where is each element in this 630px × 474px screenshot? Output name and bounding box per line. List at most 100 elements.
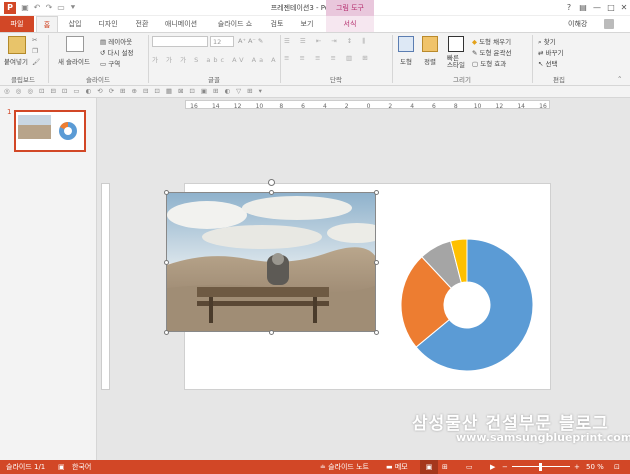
collapse-ribbon-icon[interactable]: ⌃ — [617, 75, 622, 83]
quick-styles-icon[interactable] — [448, 36, 464, 52]
arrange-icon[interactable] — [422, 36, 438, 52]
section-icon: ▭ — [100, 60, 107, 68]
select-button[interactable]: ↖ 선택 — [538, 58, 558, 68]
language[interactable]: 한국어 — [72, 460, 91, 474]
shape-outline-button[interactable]: ✎ 도형 윤곽선 — [472, 47, 512, 57]
shape-fill-label: 도형 채우기 — [479, 38, 512, 46]
notes-button[interactable]: ≐ 슬라이드 노트 — [320, 460, 369, 474]
bench-photo[interactable] — [166, 192, 376, 332]
slide-counter: 슬라이드 1/1 — [6, 463, 46, 471]
section-button[interactable]: ▭ 구역 — [100, 58, 120, 68]
tab-design[interactable]: 디자인 — [92, 16, 124, 32]
help-button[interactable]: ? — [562, 2, 576, 14]
cut-icon[interactable]: ✂ — [32, 36, 37, 44]
normal-view-icon[interactable]: ▣ — [420, 460, 438, 474]
tab-animations[interactable]: 애니메이션 — [160, 16, 202, 32]
new-slide-label[interactable]: 새 슬라이드 — [58, 56, 90, 66]
divider — [280, 35, 281, 83]
font-format-icons[interactable]: 가 가 가 S abc AV Aa A — [152, 54, 279, 64]
paste-label[interactable]: 붙여넣기 — [4, 56, 28, 66]
replace-button[interactable]: ⇄ 바꾸기 — [538, 47, 563, 57]
font-name-combo[interactable] — [152, 36, 208, 47]
divider — [392, 35, 393, 83]
ribbon-tabs: 파일 홈 삽입 디자인 전환 애니메이션 슬라이드 쇼 검토 보기 서식 이해강 — [0, 16, 630, 32]
resize-handle-sw[interactable] — [164, 330, 169, 335]
group-drawing: 그리기 — [453, 76, 471, 84]
paste-icon[interactable] — [8, 36, 26, 54]
ribbon-options-icon[interactable]: ▤ — [576, 2, 590, 14]
ruler-tick-label: 4 — [410, 103, 414, 110]
group-font: 글꼴 — [208, 76, 220, 84]
photo-illustration — [167, 193, 375, 331]
quick-styles-label[interactable]: 빠른 스타일 — [447, 55, 465, 69]
tab-file[interactable]: 파일 — [0, 16, 34, 32]
format-painter-icon[interactable]: 🖌 — [32, 58, 40, 66]
vertical-ruler[interactable] — [101, 183, 110, 390]
zoom-level[interactable]: 50 % — [586, 460, 604, 474]
tab-review[interactable]: 검토 — [266, 16, 288, 32]
slideshow-icon[interactable]: ▶ — [490, 460, 495, 474]
comments-label: 메모 — [394, 463, 408, 471]
user-name[interactable]: 이해강 — [568, 16, 587, 32]
resize-handle-w[interactable] — [164, 260, 169, 265]
avatar[interactable] — [604, 19, 614, 29]
maximize-button[interactable]: □ — [604, 2, 618, 14]
resize-handle-e[interactable] — [374, 260, 379, 265]
section-label: 구역 — [108, 60, 121, 68]
list-icons[interactable]: ☰ ☰ ⇤ ⇥ ↕ ⫼ — [284, 37, 369, 46]
layout-button[interactable]: ▤ 레이아웃 — [100, 36, 132, 46]
ruler-tick-label: 12 — [496, 103, 504, 110]
ruler-tick-label: 16 — [190, 103, 198, 110]
tab-slideshow[interactable]: 슬라이드 쇼 — [210, 16, 260, 32]
ruler-tick-label: 2 — [345, 103, 349, 110]
slide-thumbnail[interactable] — [14, 110, 86, 152]
donut-chart[interactable] — [400, 238, 534, 372]
tab-format[interactable]: 서식 — [326, 16, 374, 32]
shape-fill-button[interactable]: ◆ 도형 채우기 — [472, 36, 511, 46]
shapes-icon[interactable] — [398, 36, 414, 52]
resize-handle-nw[interactable] — [164, 190, 169, 195]
shape-effects-button[interactable]: ▢ 도형 효과 — [472, 58, 506, 68]
tab-home[interactable]: 홈 — [36, 16, 58, 32]
document-title: 프레젠테이션3 - PowerPoint — [270, 4, 360, 12]
ruler-tick-label: 2 — [388, 103, 392, 110]
minimize-button[interactable]: — — [590, 2, 604, 14]
zoom-out-icon[interactable]: − — [502, 460, 508, 474]
ruler-tick-label: 6 — [432, 103, 436, 110]
ruler-tick-label: 14 — [212, 103, 220, 110]
reading-view-icon[interactable]: ▭ — [466, 460, 473, 474]
tab-view[interactable]: 보기 — [296, 16, 318, 32]
find-button[interactable]: ⌕ 찾기 — [538, 36, 556, 47]
align-icons[interactable]: ≡ ≡ ≡ ≡ ▥ ⊞ — [284, 54, 372, 62]
group-paragraph: 단락 — [330, 76, 342, 84]
zoom-in-icon[interactable]: + — [574, 460, 580, 474]
toolbar-icons[interactable]: ◎◎◎⊡⊟⊡▭◐⟲⟳⊞⊕⊟⊡▦⊠⊡▣⊞◐▽⊞▾ — [4, 87, 268, 95]
watermark-url: www.samsungblueprint.com — [456, 431, 630, 444]
divider — [148, 35, 149, 83]
tab-insert[interactable]: 삽입 — [64, 16, 86, 32]
thumbnail-preview — [18, 115, 77, 140]
arrange-label[interactable]: 정렬 — [424, 56, 436, 66]
quick-access-toolbar: ◎◎◎⊡⊟⊡▭◐⟲⟳⊞⊕⊟⊡▦⊠⊡▣⊞◐▽⊞▾ — [0, 86, 630, 98]
resize-handle-n[interactable] — [269, 190, 274, 195]
zoom-slider-thumb[interactable] — [539, 463, 542, 471]
spellcheck-icon[interactable]: ▣ — [58, 460, 65, 474]
grow-font-icon[interactable]: A⁺ A⁻ ✎ — [238, 37, 263, 45]
resize-handle-se[interactable] — [374, 330, 379, 335]
search-icon: ⌕ — [538, 38, 542, 46]
close-button[interactable]: ✕ — [617, 2, 630, 14]
reset-button[interactable]: ↺ 다시 설정 — [100, 47, 134, 57]
font-size-combo[interactable]: 12 — [210, 36, 234, 47]
new-slide-icon[interactable] — [66, 36, 84, 52]
comments-button[interactable]: ▬ 메모 — [386, 460, 408, 474]
copy-icon[interactable]: ❐ — [32, 47, 38, 55]
notes-label: 슬라이드 노트 — [328, 463, 369, 471]
shapes-label[interactable]: 도형 — [400, 56, 412, 66]
tab-transitions[interactable]: 전환 — [130, 16, 154, 32]
slide-sorter-icon[interactable]: ⊞ — [442, 460, 448, 474]
fit-slide-icon[interactable]: ⊡ — [614, 460, 620, 474]
resize-handle-ne[interactable] — [374, 190, 379, 195]
horizontal-ruler[interactable]: 16 14 12 10 8 6 4 2 0 2 4 6 8 10 12 14 16 — [185, 100, 550, 110]
resize-handle-s[interactable] — [269, 330, 274, 335]
rotate-handle-icon[interactable] — [268, 179, 275, 186]
